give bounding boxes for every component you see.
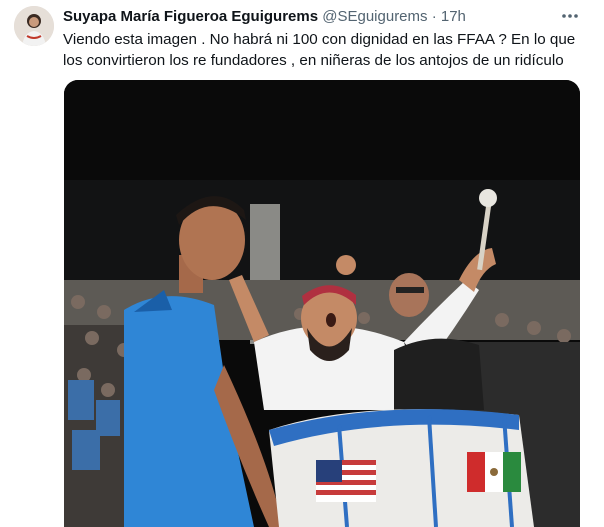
tweet-timestamp[interactable]: 17h — [441, 8, 466, 25]
tweet-photo[interactable] — [64, 80, 580, 527]
more-options-button[interactable] — [560, 6, 580, 26]
tweet-card[interactable]: Suyapa María Figueroa Eguigurems @SEguig… — [0, 0, 604, 527]
header-separator: · — [431, 8, 437, 25]
author-handle[interactable]: @SEguigurems — [322, 8, 427, 25]
author-name[interactable]: Suyapa María Figueroa Eguigurems — [63, 8, 318, 25]
avatar-image — [14, 6, 54, 46]
author-avatar[interactable] — [14, 6, 54, 46]
tweet-text: Viendo esta imagen . No habrá ni 100 con… — [63, 29, 588, 71]
stadium-photo — [64, 80, 580, 527]
more-horizontal-icon — [562, 14, 578, 18]
tweet-text-line: los convirtieron los re fundadores , en … — [63, 52, 564, 69]
tweet-text-line: Viendo esta imagen . No habrá ni 100 con… — [63, 31, 576, 48]
tweet-header: Suyapa María Figueroa Eguigurems @SEguig… — [63, 8, 584, 26]
